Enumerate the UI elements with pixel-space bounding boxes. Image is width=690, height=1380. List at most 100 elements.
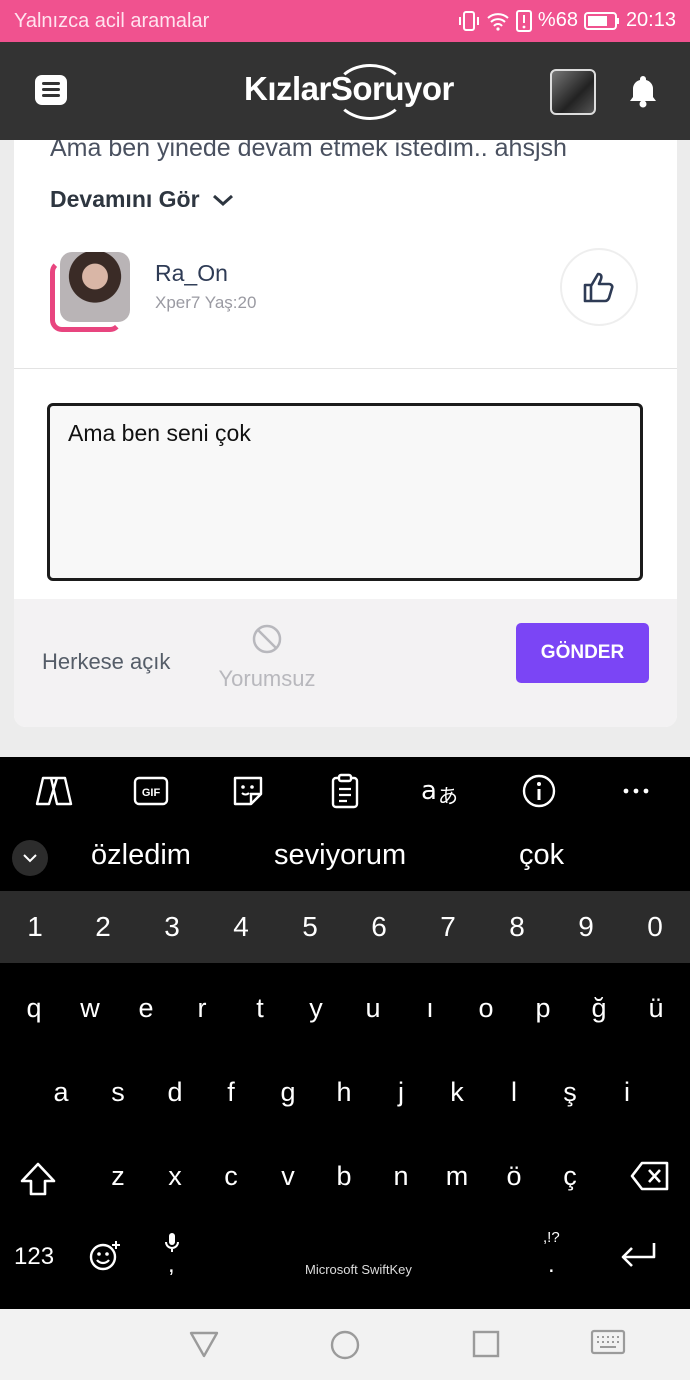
emoji-icon bbox=[89, 1241, 120, 1271]
key-2[interactable]: 2 bbox=[73, 911, 133, 943]
menu-icon[interactable] bbox=[35, 75, 67, 105]
key-i[interactable]: i bbox=[597, 1077, 657, 1108]
key-4[interactable]: 4 bbox=[211, 911, 271, 943]
answer-card: Ama ben yinede devam etmek istedim.. ahs… bbox=[14, 140, 677, 727]
collapse-chevron-icon[interactable] bbox=[12, 840, 48, 876]
key-8[interactable]: 8 bbox=[487, 911, 547, 943]
sim-alert-icon bbox=[515, 9, 532, 32]
key-7[interactable]: 7 bbox=[418, 911, 478, 943]
period-key[interactable]: . bbox=[548, 1251, 555, 1279]
backspace-key[interactable] bbox=[620, 1161, 680, 1198]
key-s[interactable]: s bbox=[88, 1077, 148, 1108]
key-q[interactable]: q bbox=[4, 993, 64, 1024]
logo[interactable]: KızlarSoruyor bbox=[244, 64, 454, 120]
logo-ring bbox=[334, 64, 406, 120]
key-t[interactable]: t bbox=[230, 993, 290, 1024]
user-meta: Xper7 Yaş:20 bbox=[155, 293, 257, 312]
home-icon[interactable] bbox=[329, 1329, 361, 1361]
key-9[interactable]: 9 bbox=[556, 911, 616, 943]
more-options-icon[interactable] bbox=[616, 773, 656, 809]
user-name[interactable]: Ra_On bbox=[155, 260, 228, 287]
comment-footer: Herkese açık Yorumsuz GÖNDER bbox=[14, 599, 677, 727]
user-avatar[interactable] bbox=[50, 250, 132, 332]
number-row: 1 2 3 4 5 6 7 8 9 0 bbox=[0, 891, 690, 963]
key-o-umlaut[interactable]: ö bbox=[484, 1161, 544, 1192]
back-icon[interactable] bbox=[188, 1329, 220, 1359]
suggestion-3[interactable]: çok bbox=[519, 839, 564, 872]
like-button[interactable] bbox=[560, 248, 638, 326]
backspace-icon bbox=[630, 1161, 669, 1191]
comment-input[interactable]: Ama ben seni çok bbox=[47, 403, 643, 581]
key-v[interactable]: v bbox=[258, 1161, 318, 1192]
key-6[interactable]: 6 bbox=[349, 911, 409, 943]
key-5[interactable]: 5 bbox=[280, 911, 340, 943]
translate-icon[interactable]: aあ bbox=[421, 773, 461, 809]
enter-icon bbox=[621, 1243, 656, 1267]
key-b[interactable]: b bbox=[314, 1161, 374, 1192]
block-icon bbox=[252, 624, 282, 654]
wifi-icon bbox=[487, 12, 509, 31]
svg-text:あ: あ bbox=[438, 784, 458, 807]
send-button[interactable]: GÖNDER bbox=[516, 623, 649, 683]
svg-text:a: a bbox=[421, 776, 437, 806]
no-comment-option[interactable]: Yorumsuz bbox=[213, 623, 321, 692]
key-u-umlaut[interactable]: ü bbox=[626, 993, 686, 1024]
key-c-cedilla[interactable]: ç bbox=[540, 1161, 600, 1192]
visibility-option[interactable]: Herkese açık bbox=[42, 649, 170, 675]
key-a[interactable]: a bbox=[31, 1077, 91, 1108]
status-icons: %68 20:13 bbox=[458, 9, 676, 32]
key-m[interactable]: m bbox=[427, 1161, 487, 1192]
system-nav-bar bbox=[0, 1309, 690, 1380]
avatar[interactable] bbox=[550, 69, 596, 115]
key-dotless-i[interactable]: ı bbox=[400, 993, 460, 1024]
clock: 20:13 bbox=[625, 9, 676, 31]
key-w[interactable]: w bbox=[60, 993, 120, 1024]
comma-label: , bbox=[168, 1251, 175, 1278]
recents-icon[interactable] bbox=[471, 1329, 501, 1359]
key-r[interactable]: r bbox=[172, 993, 232, 1024]
keyboard-toolbar: GIF aあ bbox=[0, 757, 690, 825]
numeric-switch-key[interactable]: 123 bbox=[14, 1243, 54, 1271]
gif-icon[interactable]: GIF bbox=[131, 773, 171, 809]
shift-key[interactable] bbox=[8, 1161, 68, 1204]
key-j[interactable]: j bbox=[371, 1077, 431, 1108]
emoji-key[interactable] bbox=[88, 1239, 122, 1278]
key-c[interactable]: c bbox=[201, 1161, 261, 1192]
suggestion-2[interactable]: seviyorum bbox=[274, 839, 406, 872]
show-more-link[interactable]: Devamını Gör bbox=[50, 186, 234, 213]
answer-text: Ama ben yinede devam etmek istedim.. ahs… bbox=[50, 140, 567, 162]
show-more-label: Devamını Gör bbox=[50, 186, 200, 212]
avatar-photo bbox=[60, 252, 130, 322]
enter-key[interactable] bbox=[618, 1241, 658, 1276]
keyboard-icon[interactable] bbox=[590, 1329, 626, 1355]
comma-key[interactable]: , bbox=[162, 1231, 182, 1278]
key-d[interactable]: d bbox=[145, 1077, 205, 1108]
key-1[interactable]: 1 bbox=[5, 911, 65, 943]
key-o[interactable]: o bbox=[456, 993, 516, 1024]
key-f[interactable]: f bbox=[201, 1077, 261, 1108]
key-s-cedilla[interactable]: ş bbox=[540, 1077, 600, 1108]
key-e[interactable]: e bbox=[116, 993, 176, 1024]
chevron-down-icon bbox=[212, 194, 233, 206]
shift-icon bbox=[20, 1162, 56, 1196]
key-g[interactable]: g bbox=[258, 1077, 318, 1108]
key-0[interactable]: 0 bbox=[625, 911, 685, 943]
clipboard-icon[interactable] bbox=[325, 773, 365, 809]
key-x[interactable]: x bbox=[145, 1161, 205, 1192]
copilot-icon[interactable] bbox=[34, 773, 74, 809]
bell-icon[interactable] bbox=[628, 74, 658, 108]
key-y[interactable]: y bbox=[286, 993, 346, 1024]
key-u[interactable]: u bbox=[343, 993, 403, 1024]
info-icon[interactable] bbox=[519, 773, 559, 809]
key-g-breve[interactable]: ğ bbox=[569, 993, 629, 1024]
key-l[interactable]: l bbox=[484, 1077, 544, 1108]
key-h[interactable]: h bbox=[314, 1077, 374, 1108]
suggestion-1[interactable]: özledim bbox=[91, 839, 191, 872]
sticker-icon[interactable] bbox=[228, 773, 268, 809]
key-3[interactable]: 3 bbox=[142, 911, 202, 943]
carrier-text: Yalnızca acil aramalar bbox=[14, 10, 210, 32]
key-k[interactable]: k bbox=[427, 1077, 487, 1108]
key-p[interactable]: p bbox=[513, 993, 573, 1024]
key-z[interactable]: z bbox=[88, 1161, 148, 1192]
key-n[interactable]: n bbox=[371, 1161, 431, 1192]
